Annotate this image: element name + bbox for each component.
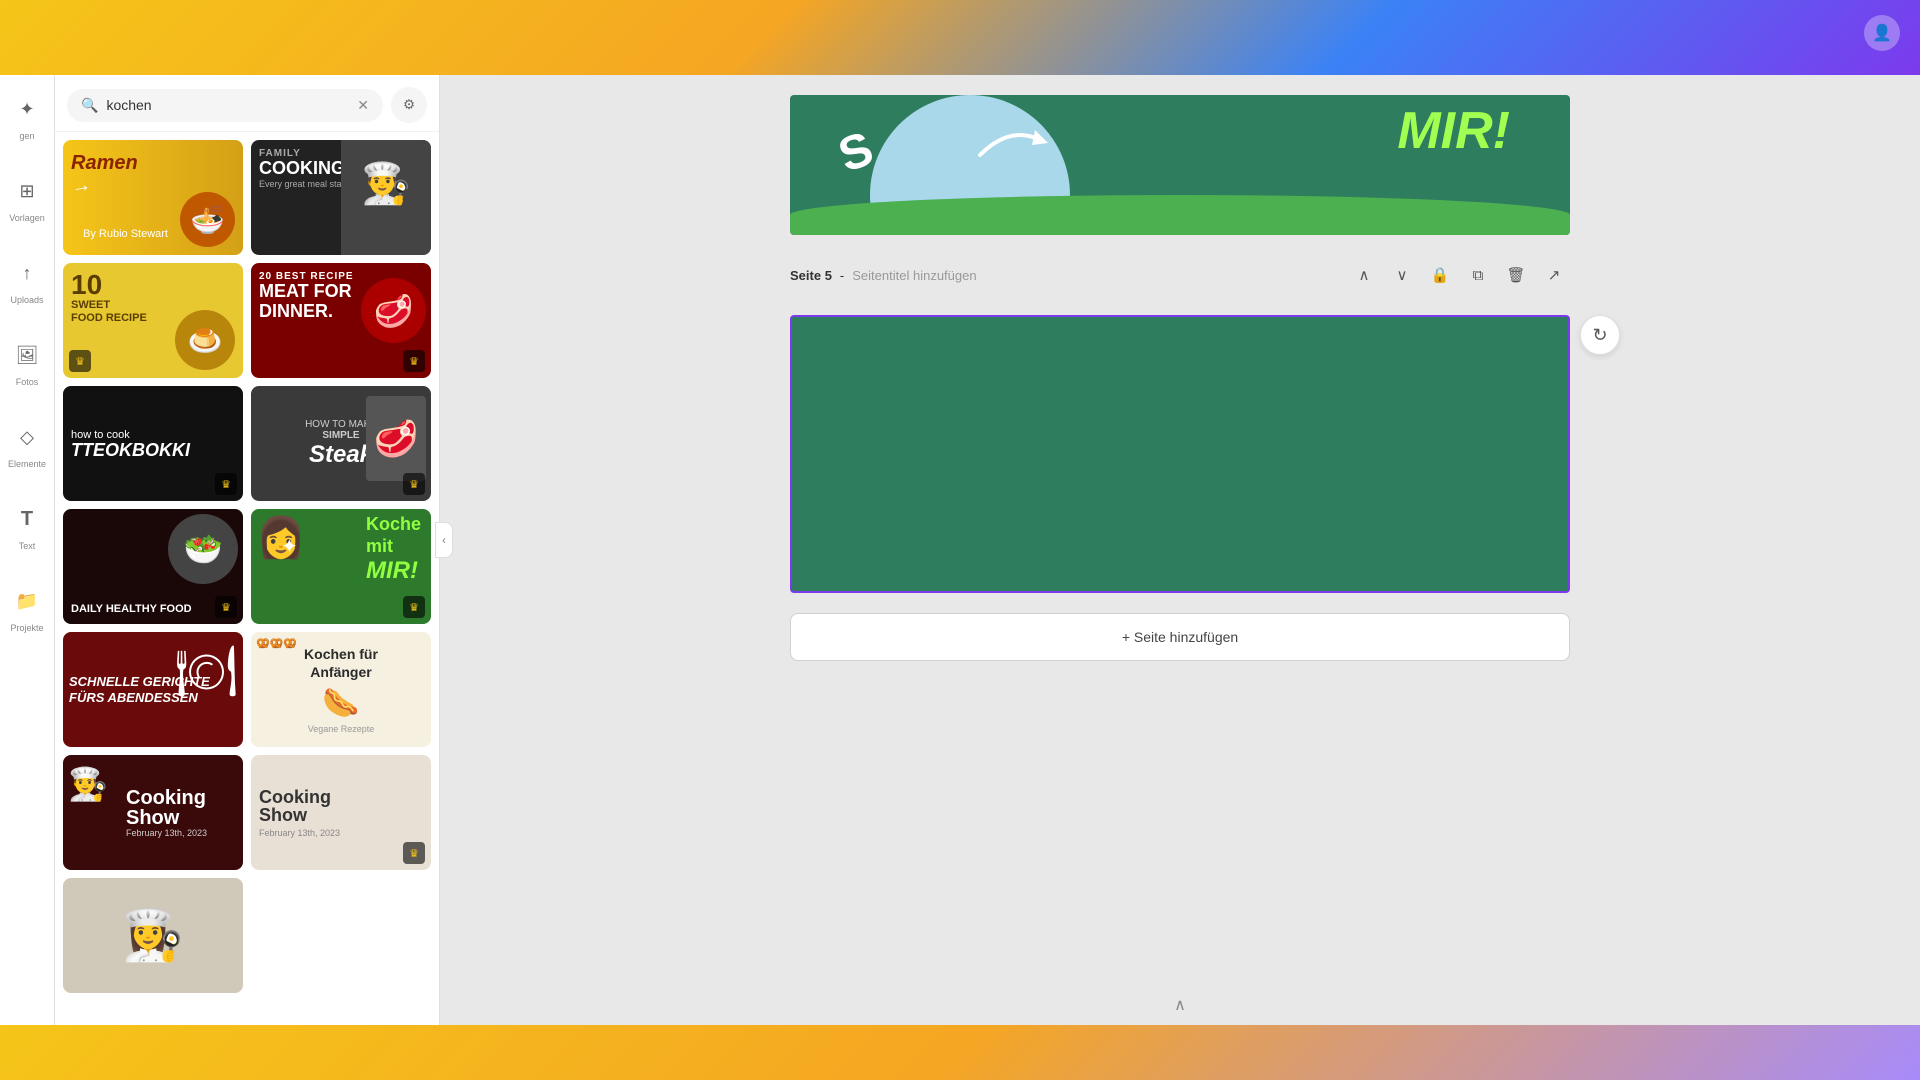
template-grid: Ramen 🍜 By Rubio Stewart → FAMILY COOKIN… [55, 132, 439, 1025]
page-label-row: Seite 5 - Seitentitel hinzufügen ∧ ∨ 🔒 ⧉… [790, 255, 1570, 295]
projekte-icon: 📁 [9, 583, 45, 619]
top-bar-icons: 👤 [1864, 15, 1900, 51]
uploads-icon: ↑ [9, 255, 45, 291]
chevron-down-icon: ∨ [1397, 266, 1408, 284]
refresh-icon: ↻ [1592, 325, 1607, 346]
filter-icon: ⚙ [403, 97, 415, 113]
trash-icon: 🗑 [1506, 266, 1525, 284]
sidebar-item-elemente-label: Elemente [8, 459, 46, 469]
search-bar: 🔍 ✕ ⚙ [55, 75, 439, 132]
clear-search-icon[interactable]: ✕ [357, 97, 369, 114]
template-card-tteokbokki[interactable]: how to cook TTEOKBOKKI ♛ [63, 386, 243, 501]
page-number-label: Seite 5 [790, 268, 832, 283]
sidebar-item-projekte-label: Projekte [10, 623, 43, 633]
slide-preview-top: MIR! S [790, 95, 1570, 235]
text-icon: T [9, 501, 45, 537]
canvas-area: MIR! S Seite 5 - Seitentitel hinzufügen … [440, 75, 1920, 1025]
chevron-left-icon: ‹ [442, 533, 446, 547]
sidebar-item-elemente[interactable]: ◇ Elemente [3, 413, 51, 475]
top-decorative-bar: 👤 [0, 0, 1920, 75]
search-input-wrapper: 🔍 ✕ [67, 89, 383, 122]
chevron-up-icon: ∧ [1174, 995, 1186, 1015]
filter-button[interactable]: ⚙ [391, 87, 427, 123]
template-card-koche-mit[interactable]: KochemitMIR! 👩 ✦ ♛ [251, 509, 431, 624]
template-card-steak[interactable]: HOW TO MAKE SIMPLE Steak 🥩 ♛ [251, 386, 431, 501]
add-page-button[interactable]: + Seite hinzufügen [790, 613, 1570, 661]
page-number: Seite 5 [790, 268, 832, 283]
add-page-label: + Seite hinzufügen [1122, 629, 1238, 645]
search-panel: 🔍 ✕ ⚙ Ramen 🍜 By Rubio Stewart → FAMILY … [55, 75, 440, 1025]
vorlagen-icon: ⊞ [9, 173, 45, 209]
template-card-meat-dinner[interactable]: 20 BEST RECIPE MEAT FORDINNER. 🥩 ♛ [251, 263, 431, 378]
slide-canvas-top: MIR! S [790, 95, 1570, 235]
move-up-button[interactable]: ∧ [1348, 259, 1380, 291]
sidebar-item-vorlagen-label: Vorlagen [9, 213, 45, 223]
collapse-arrow[interactable]: ∧ [1165, 995, 1195, 1015]
gen-icon: ✦ [9, 91, 45, 127]
lock-icon: 🔒 [1431, 266, 1450, 284]
template-card-family-cooking[interactable]: FAMILY COOKING Every great meal starts h… [251, 140, 431, 255]
squiggle-decoration: S [832, 121, 881, 184]
sidebar-item-text-label: Text [19, 541, 36, 551]
ground-shape [790, 195, 1570, 235]
page-title-placeholder[interactable]: Seitentitel hinzufügen [852, 268, 976, 283]
sidebar-item-gen-label: gen [19, 131, 34, 141]
elemente-icon: ◇ [9, 419, 45, 455]
fotos-icon: 🖼 [9, 337, 45, 373]
sidebar-item-uploads[interactable]: ↑ Uploads [3, 249, 51, 311]
search-icon: 🔍 [81, 97, 98, 114]
sidebar-item-fotos-label: Fotos [16, 377, 39, 387]
template-card-ramen[interactable]: Ramen 🍜 By Rubio Stewart → [63, 140, 243, 255]
chevron-up-icon: ∧ [1359, 266, 1370, 284]
sidebar-item-uploads-label: Uploads [10, 295, 43, 305]
share-button[interactable]: ↗ [1538, 259, 1570, 291]
profile-icon[interactable]: 👤 [1864, 15, 1900, 51]
slide-canvas-main[interactable] [790, 315, 1570, 593]
arrow-decoration [970, 115, 1050, 165]
sidebar-item-vorlagen[interactable]: ⊞ Vorlagen [3, 167, 51, 229]
template-card-cooking-show-2[interactable]: CookingShow February 13th, 2023 ♛ [251, 755, 431, 870]
sidebar-item-fotos[interactable]: 🖼 Fotos [3, 331, 51, 393]
sidebar-item-text[interactable]: T Text [3, 495, 51, 557]
template-card-schnelle[interactable]: SCHNELLE GERICHTEFÜRS ABENDESSEN 🍽 [63, 632, 243, 747]
page-toolbar: ∧ ∨ 🔒 ⧉ 🗑 ↗ [1348, 259, 1570, 291]
template-card-cooking-3[interactable]: 👩‍🍳 [63, 878, 243, 993]
search-input[interactable] [106, 97, 349, 113]
share-icon: ↗ [1548, 266, 1561, 284]
refresh-button[interactable]: ↻ [1580, 315, 1620, 355]
sidebar-item-gen[interactable]: ✦ gen [3, 85, 51, 147]
template-card-cooking-show-1[interactable]: 👨‍🍳 CookingShow February 13th, 2023 [63, 755, 243, 870]
collapse-sidebar-button[interactable]: ‹ [435, 522, 453, 558]
template-card-sweet-food[interactable]: 10 SWEETFOOD RECIPE 🍮 ♛ [63, 263, 243, 378]
mir-text: MIR! [1397, 105, 1510, 157]
duplicate-icon: ⧉ [1473, 267, 1484, 284]
left-sidebar: ✦ gen ⊞ Vorlagen ↑ Uploads 🖼 Fotos ◇ Ele… [0, 75, 55, 1025]
template-card-anfanger[interactable]: Kochen fürAnfänger 🥨🥨🥨 🌭 Vegane Rezepte [251, 632, 431, 747]
sidebar-item-projekte[interactable]: 📁 Projekte [3, 577, 51, 639]
lock-button[interactable]: 🔒 [1424, 259, 1456, 291]
move-down-button[interactable]: ∨ [1386, 259, 1418, 291]
slide-main: ↻ [790, 315, 1570, 593]
page-separator: - [840, 268, 844, 283]
bottom-decorative-bar [0, 1025, 1920, 1080]
template-card-healthy[interactable]: DAILY HEALTHY FOOD 🥗 ♛ [63, 509, 243, 624]
duplicate-button[interactable]: ⧉ [1462, 259, 1494, 291]
delete-button[interactable]: 🗑 [1500, 259, 1532, 291]
